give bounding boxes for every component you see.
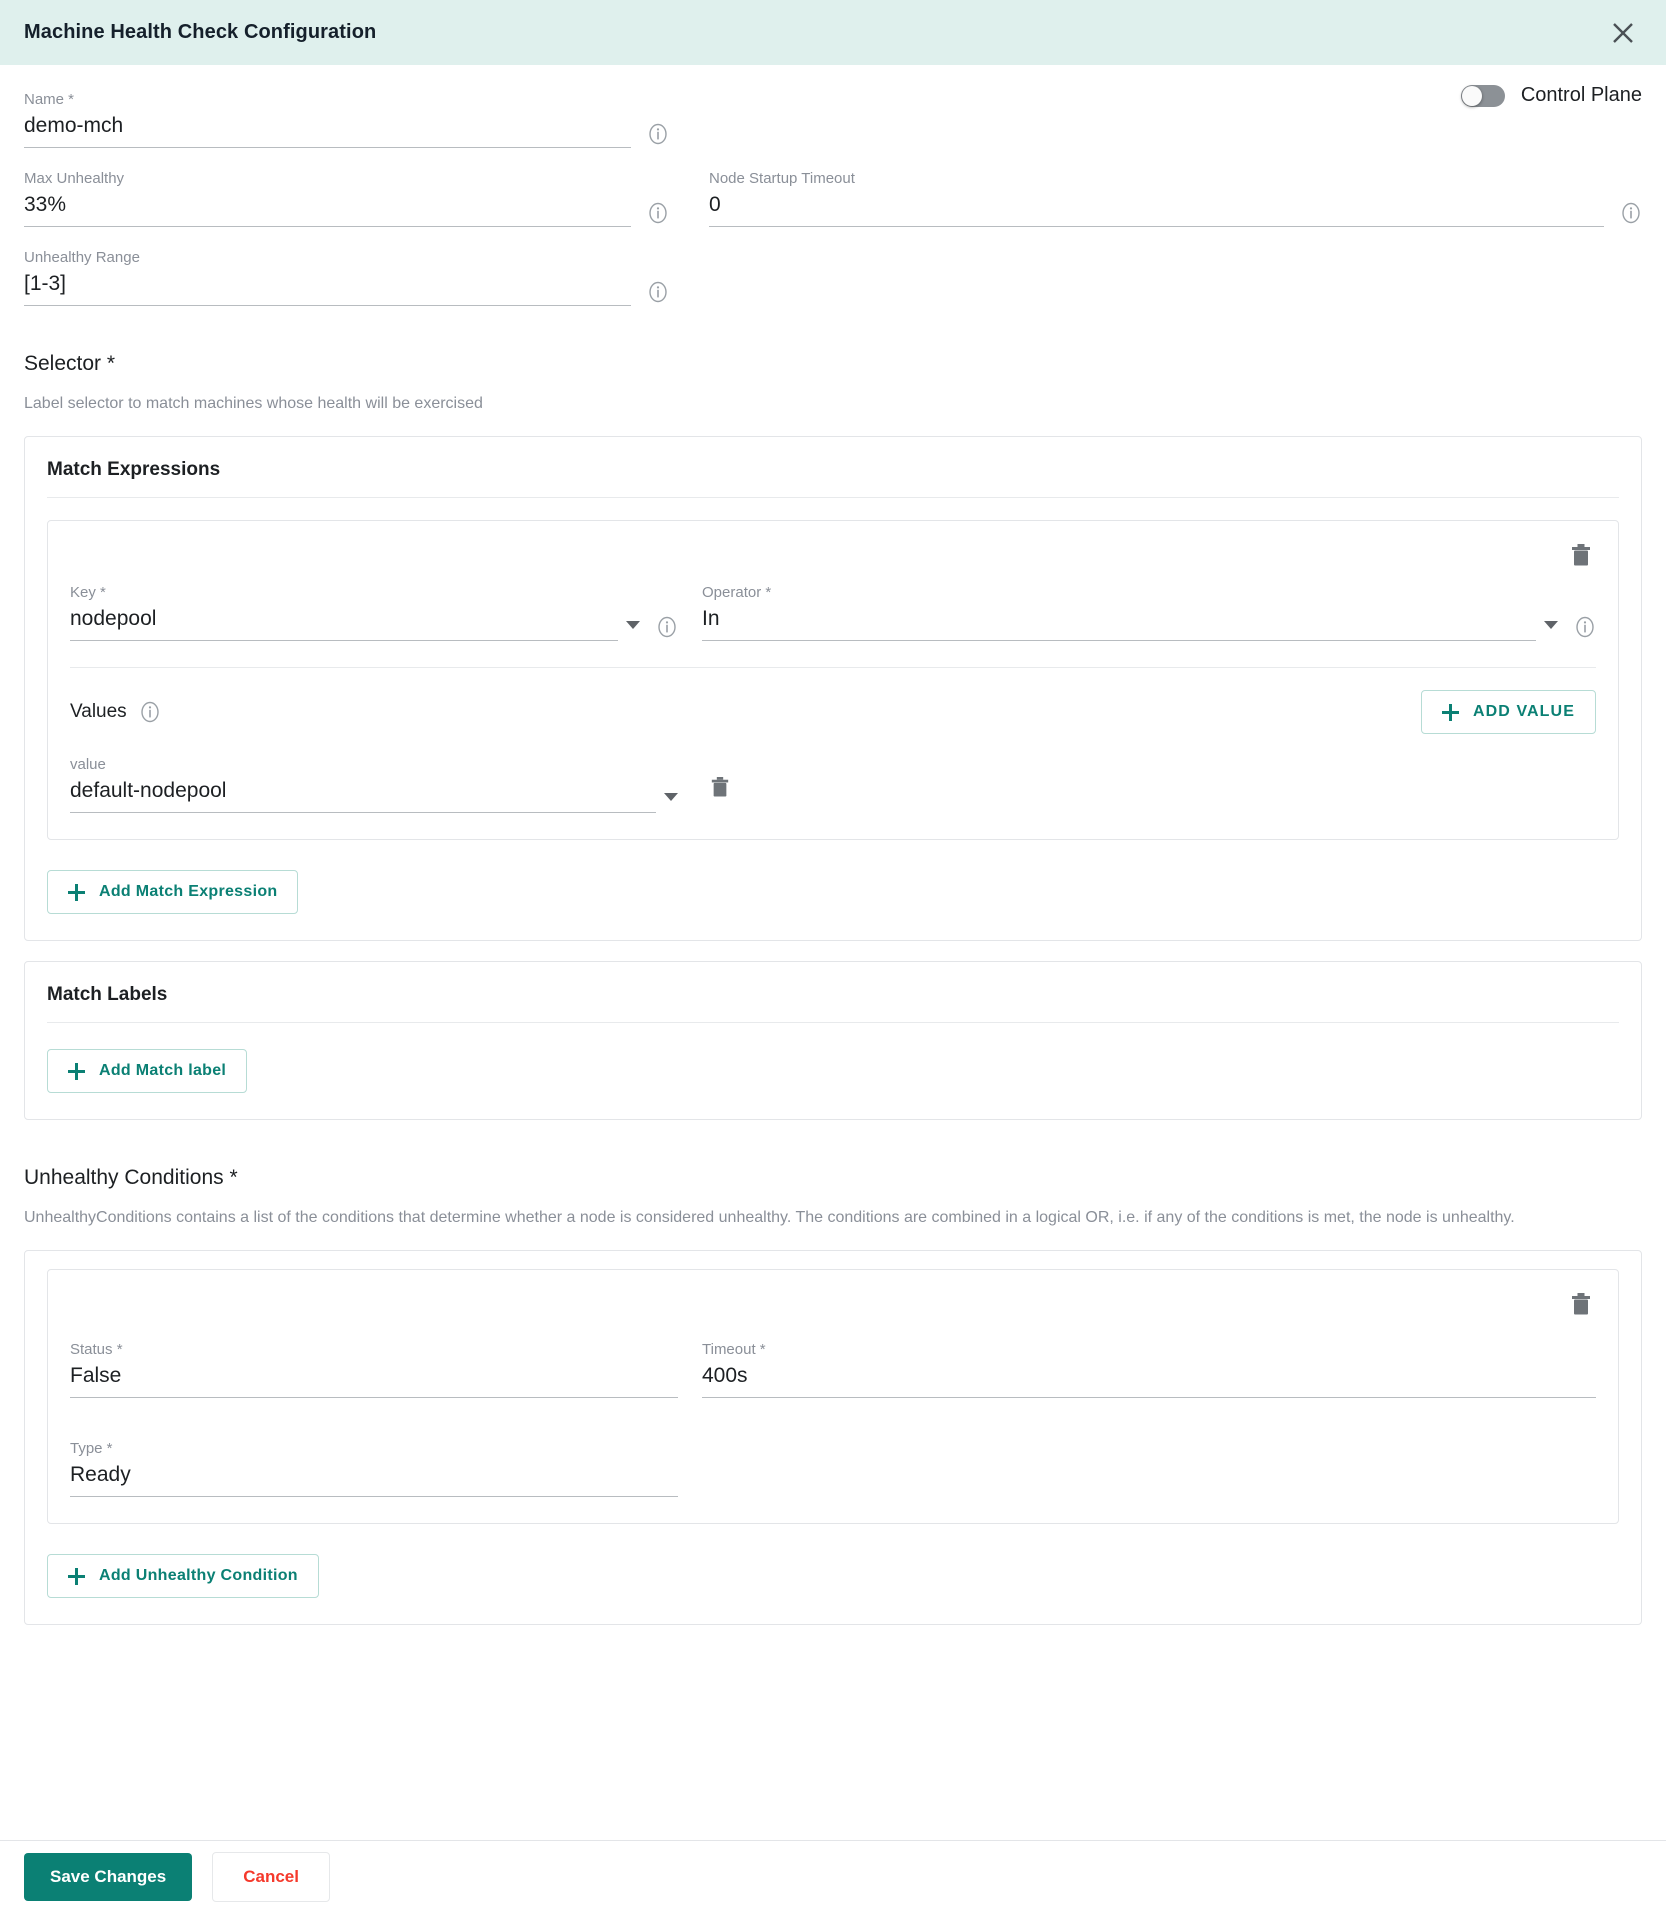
trash-icon xyxy=(711,777,729,797)
plus-icon xyxy=(68,1567,85,1585)
match-labels-heading: Match Labels xyxy=(47,984,1619,1023)
add-match-expression-wrap: Add Match Expression xyxy=(47,870,1619,914)
value-select[interactable]: default-nodepool xyxy=(70,777,656,813)
type-input[interactable]: Ready xyxy=(70,1461,678,1497)
type-label: Type * xyxy=(70,1440,113,1457)
name-field-group: Name * demo-mch xyxy=(24,91,669,148)
node-startup-timeout-field-group: Node Startup Timeout 0 xyxy=(709,170,1642,227)
info-icon[interactable] xyxy=(647,123,669,145)
plus-icon xyxy=(68,883,85,901)
plus-icon xyxy=(68,1062,85,1080)
unhealthy-range-label: Unhealthy Range xyxy=(24,249,140,266)
node-startup-timeout-input[interactable]: 0 xyxy=(709,191,1604,227)
chevron-down-icon[interactable] xyxy=(1544,621,1558,629)
status-label: Status * xyxy=(70,1341,123,1358)
match-expressions-heading: Match Expressions xyxy=(47,459,1619,498)
dialog-footer: Save Changes Cancel xyxy=(0,1840,1666,1912)
timeout-label: Timeout * xyxy=(702,1341,766,1358)
info-icon[interactable] xyxy=(656,616,678,638)
node-startup-timeout-label: Node Startup Timeout xyxy=(709,170,855,187)
name-row: Name * demo-mch xyxy=(24,65,1642,148)
type-field-group: Type * Ready xyxy=(70,1440,678,1497)
add-match-expression-button[interactable]: Add Match Expression xyxy=(47,870,299,914)
unhealthy-range-row: Unhealthy Range [1-3] xyxy=(24,249,1642,306)
unhealthy-range-field-group: Unhealthy Range [1-3] xyxy=(24,249,669,306)
value-item-row: value default-nodepool xyxy=(70,756,1596,813)
max-unhealthy-input[interactable]: 33% xyxy=(24,191,631,227)
info-icon[interactable] xyxy=(1574,616,1596,638)
control-plane-label: Control Plane xyxy=(1520,84,1642,106)
unhealthy-range-input[interactable]: [1-3] xyxy=(24,270,631,306)
status-field-group: Status * False xyxy=(70,1341,678,1398)
unhealthy-condition-item: Status * False Timeout * 400s Type * Rea… xyxy=(47,1269,1619,1524)
values-divider xyxy=(70,667,1596,668)
status-timeout-row: Status * False Timeout * 400s xyxy=(70,1341,1596,1398)
max-unhealthy-row: Max Unhealthy 33% Node Startup Timeout 0 xyxy=(24,170,1642,227)
delete-unhealthy-condition-button[interactable] xyxy=(1566,1288,1596,1325)
type-row: Type * Ready xyxy=(70,1440,1596,1497)
add-match-label-label: Add Match label xyxy=(99,1062,227,1079)
timeout-field-group: Timeout * 400s xyxy=(702,1341,1596,1398)
chevron-down-icon[interactable] xyxy=(626,621,640,629)
plus-icon xyxy=(1441,703,1459,721)
control-plane-toggle[interactable] xyxy=(1460,84,1505,107)
toggle-knob xyxy=(1461,85,1482,106)
operator-field-group: Operator * In xyxy=(702,584,1596,641)
add-unhealthy-condition-wrap: Add Unhealthy Condition xyxy=(47,1554,1619,1598)
key-label: Key * xyxy=(70,584,106,601)
dialog-header: Machine Health Check Configuration xyxy=(0,0,1666,65)
name-label: Name * xyxy=(24,91,75,108)
status-input[interactable]: False xyxy=(70,1362,678,1398)
dialog-title: Machine Health Check Configuration xyxy=(24,21,377,43)
save-changes-button[interactable]: Save Changes xyxy=(24,1852,193,1901)
info-icon[interactable] xyxy=(1620,202,1642,224)
value-label: value xyxy=(70,756,106,773)
close-icon xyxy=(1613,22,1633,43)
add-unhealthy-condition-button[interactable]: Add Unhealthy Condition xyxy=(47,1554,319,1598)
values-header: Values ADD VALUE xyxy=(70,690,1596,734)
max-unhealthy-field-group: Max Unhealthy 33% xyxy=(24,170,669,227)
info-icon[interactable] xyxy=(647,202,669,224)
add-match-label-wrap: Add Match label xyxy=(47,1049,1619,1093)
selector-section-description: Label selector to match machines whose h… xyxy=(24,395,483,412)
operator-label: Operator * xyxy=(702,584,772,601)
add-value-button[interactable]: ADD VALUE xyxy=(1420,690,1596,734)
unhealthy-conditions-description: UnhealthyConditions contains a list of t… xyxy=(24,1209,1515,1226)
values-title: Values xyxy=(70,701,127,722)
name-input[interactable]: demo-mch xyxy=(24,112,631,148)
unhealthy-conditions-card: Status * False Timeout * 400s Type * Rea… xyxy=(24,1250,1642,1625)
unhealthy-conditions-title: Unhealthy Conditions * xyxy=(24,1166,238,1189)
timeout-input[interactable]: 400s xyxy=(702,1362,1596,1398)
add-unhealthy-condition-label: Add Unhealthy Condition xyxy=(99,1567,298,1584)
value-field-group: value default-nodepool xyxy=(70,756,678,813)
key-field-group: Key * nodepool xyxy=(70,584,678,641)
info-icon[interactable] xyxy=(647,281,669,303)
match-expressions-card: Match Expressions Key * nodepool Operato… xyxy=(24,436,1642,941)
machine-health-check-dialog: Machine Health Check Configuration Contr… xyxy=(0,0,1666,1912)
close-button[interactable] xyxy=(1606,16,1640,50)
selector-section-title: Selector * xyxy=(24,352,116,375)
cancel-button[interactable]: Cancel xyxy=(212,1851,330,1902)
delete-match-expression-button[interactable] xyxy=(1566,539,1596,576)
delete-value-button[interactable] xyxy=(710,776,730,803)
dialog-body: Control Plane Name * demo-mch Max Unheal… xyxy=(0,65,1666,1840)
match-labels-card: Match Labels Add Match label xyxy=(24,961,1642,1120)
info-icon[interactable] xyxy=(139,701,161,723)
operator-select[interactable]: In xyxy=(702,605,1536,641)
key-select[interactable]: nodepool xyxy=(70,605,618,641)
chevron-down-icon[interactable] xyxy=(664,793,678,801)
add-match-label-button[interactable]: Add Match label xyxy=(47,1049,248,1093)
key-operator-row: Key * nodepool Operator * In xyxy=(70,584,1596,641)
max-unhealthy-label: Max Unhealthy xyxy=(24,170,125,187)
control-plane-toggle-group: Control Plane xyxy=(1460,84,1642,107)
add-match-expression-label: Add Match Expression xyxy=(99,883,278,900)
trash-icon xyxy=(1572,544,1590,566)
add-value-label: ADD VALUE xyxy=(1472,703,1575,720)
match-expression-item: Key * nodepool Operator * In Values ADD … xyxy=(47,520,1619,840)
trash-icon xyxy=(1572,1293,1590,1315)
